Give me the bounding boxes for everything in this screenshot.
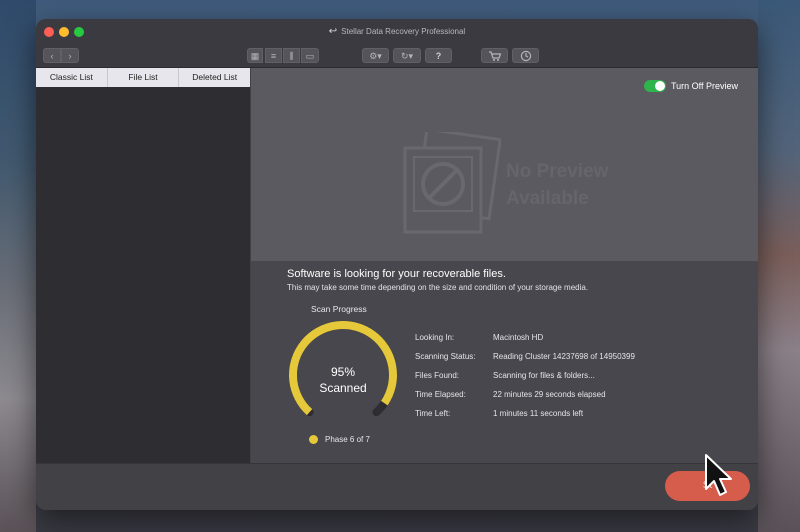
scan-percent: 95% — [330, 365, 356, 379]
chevron-right-icon: › — [68, 51, 72, 61]
no-preview-message: No Preview Available — [506, 158, 608, 212]
detail-row-scanning-status: Scanning Status: Reading Cluster 1423769… — [415, 352, 735, 371]
mouse-cursor-icon — [705, 454, 732, 496]
activation-button[interactable] — [512, 48, 539, 63]
grid-icon: ▦ — [250, 51, 260, 61]
scan-subheading: This may take some time depending on the… — [287, 283, 589, 292]
nav-back-button[interactable]: ‹ — [43, 48, 61, 63]
detail-label: Files Found: — [415, 371, 460, 380]
tab-file-list[interactable]: File List — [106, 68, 180, 87]
desktop-background-left — [0, 0, 36, 532]
nav-forward-button[interactable]: › — [61, 48, 79, 63]
history-icon: ↻▾ — [400, 51, 414, 61]
clock-icon — [520, 50, 531, 62]
back-arrow-icon[interactable]: ↩ — [329, 26, 337, 37]
detail-label: Time Elapsed: — [415, 390, 466, 399]
preview-toggle-group: Turn Off Preview — [643, 80, 738, 92]
cart-button[interactable] — [481, 48, 508, 63]
cart-icon — [488, 51, 501, 61]
detail-label: Time Left: — [415, 409, 451, 418]
columns-icon: ⫼ — [289, 51, 294, 61]
scan-phase: Phase 6 of 7 — [309, 435, 370, 444]
scan-progress-title: Scan Progress — [311, 304, 367, 314]
history-menu-button[interactable]: ↻▾ — [393, 48, 421, 63]
detail-row-time-left: Time Left: 1 minutes 11 seconds left — [415, 409, 735, 428]
sidebar: Classic List File List Deleted List — [36, 68, 250, 463]
detail-value: 22 minutes 29 seconds elapsed — [493, 390, 606, 399]
settings-menu-button[interactable]: ⚙▾ — [362, 48, 389, 63]
scan-heading: Software is looking for your recoverable… — [287, 268, 506, 280]
help-icon: ? — [435, 51, 442, 61]
detail-row-looking-in: Looking In: Macintosh HD — [415, 333, 735, 352]
preview-pane: Turn Off Preview No Preview Available So… — [251, 68, 758, 463]
detail-row-time-elapsed: Time Elapsed: 22 minutes 29 seconds elap… — [415, 390, 735, 409]
tab-classic-list[interactable]: Classic List — [36, 68, 107, 87]
preview-toggle-label: Turn Off Preview — [670, 81, 738, 91]
phase-text: Phase 6 of 7 — [325, 435, 370, 444]
detail-value: Reading Cluster 14237698 of 14950399 — [493, 352, 635, 361]
help-button[interactable]: ? — [425, 48, 452, 63]
gear-icon: ⚙▾ — [369, 51, 382, 61]
cover-flow-view-button[interactable]: ▭ — [301, 48, 319, 63]
no-preview-icon — [403, 132, 501, 234]
icon-view-button[interactable]: ▦ — [247, 48, 263, 63]
app-window: ↩ Stellar Data Recovery Professional ‹ › … — [36, 19, 758, 510]
column-view-button[interactable]: ⫼ — [283, 48, 300, 63]
detail-row-files-found: Files Found: Scanning for files & folder… — [415, 371, 735, 390]
no-preview-line1: No Preview — [506, 161, 609, 182]
detail-value: Macintosh HD — [493, 333, 544, 342]
detail-value: Scanning for files & folders... — [493, 371, 595, 380]
detail-label: Looking In: — [415, 333, 455, 342]
sidebar-tabs: Classic List File List Deleted List — [36, 68, 250, 87]
list-view-button[interactable]: ≡ — [265, 48, 282, 63]
preview-toggle-switch[interactable] — [643, 80, 666, 92]
window-title: Stellar Data Recovery Professional — [341, 27, 466, 36]
title-bar: ↩ Stellar Data Recovery Professional ‹ › … — [36, 19, 758, 68]
chevron-left-icon: ‹ — [50, 51, 54, 61]
no-preview-line2: Available — [506, 188, 589, 209]
phase-dot-icon — [309, 435, 318, 444]
detail-value: 1 minutes 11 seconds left — [493, 409, 584, 418]
detail-label: Scanning Status: — [415, 352, 476, 361]
desktop-background-right — [758, 0, 800, 532]
window-title-area: ↩ Stellar Data Recovery Professional — [36, 26, 758, 37]
scan-percent-label: Scanned — [319, 381, 367, 395]
cover-flow-icon: ▭ — [305, 51, 315, 61]
tab-deleted-list[interactable]: Deleted List — [179, 68, 250, 87]
toggle-knob — [654, 81, 665, 91]
footer-bar: St — [36, 463, 758, 510]
scan-progress-panel: Software is looking for your recoverable… — [251, 261, 758, 463]
list-icon: ≡ — [270, 51, 277, 61]
